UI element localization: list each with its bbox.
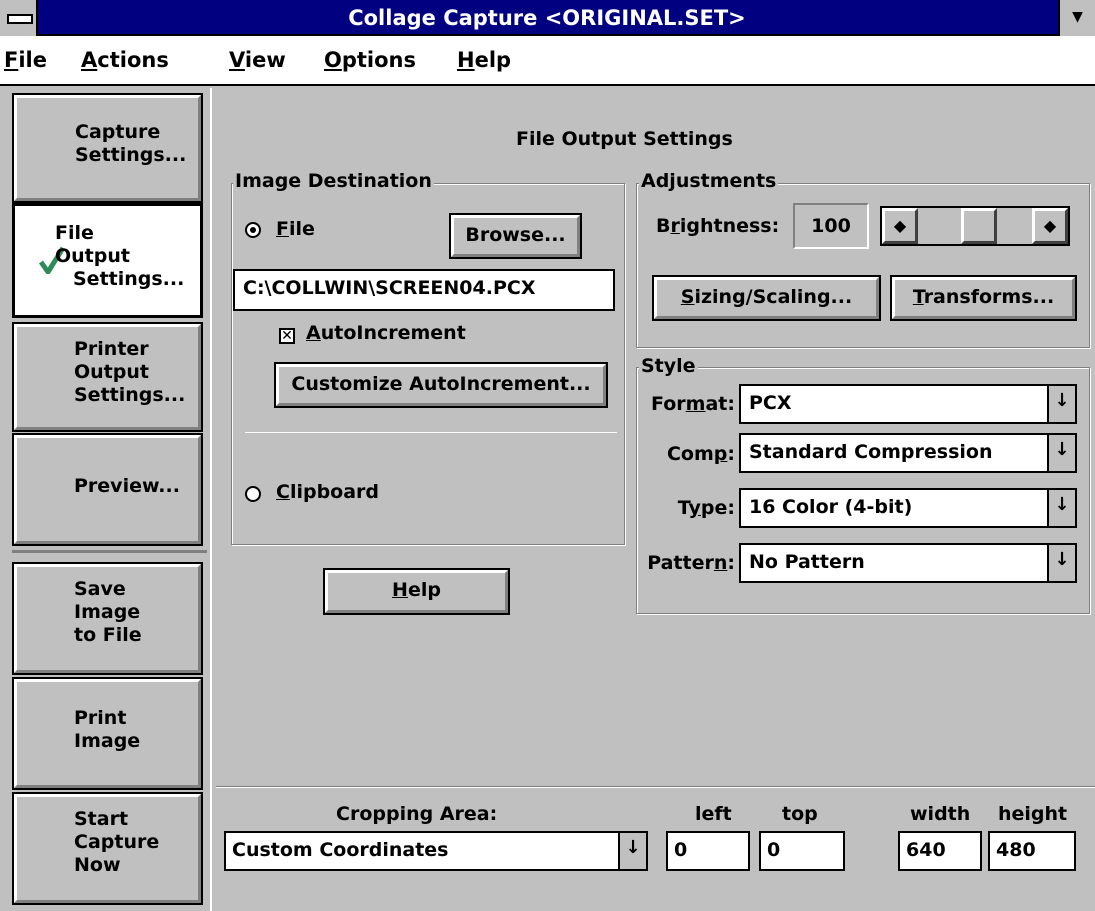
menu-actions[interactable]: Actions bbox=[81, 48, 169, 72]
window-title: Collage Capture <ORIGINAL.SET> bbox=[348, 6, 746, 30]
menu-file-rest: ile bbox=[18, 48, 47, 72]
label-line: Capture bbox=[75, 121, 161, 143]
file-output-settings-label: File Output Settings... bbox=[55, 222, 184, 291]
menu-options[interactable]: Options bbox=[324, 48, 416, 72]
compression-select[interactable]: Standard Compression ↓ bbox=[739, 433, 1077, 473]
top-label: top bbox=[782, 803, 818, 825]
style-title: Style bbox=[639, 355, 698, 377]
menu-view[interactable]: View bbox=[229, 48, 286, 72]
width-label: width bbox=[910, 803, 971, 825]
label-line: to File bbox=[74, 624, 142, 646]
adjustments-title: Adjustments bbox=[639, 170, 779, 192]
autoincrement-label: AutoIncrement bbox=[306, 322, 466, 344]
minimize-button[interactable]: ▼ bbox=[1058, 0, 1095, 36]
menu-help[interactable]: Help bbox=[457, 48, 511, 72]
clipboard-label: Clipboard bbox=[276, 481, 380, 503]
label-line: File bbox=[55, 222, 94, 244]
label-line: Image bbox=[74, 601, 141, 623]
sidebar-divider bbox=[210, 88, 212, 911]
image-destination-title: Image Destination bbox=[233, 170, 434, 192]
format-select[interactable]: PCX ↓ bbox=[739, 384, 1077, 424]
transforms-button[interactable]: Transforms... bbox=[890, 275, 1077, 321]
label-line: Printer bbox=[74, 338, 149, 360]
autoincrement-checkbox[interactable]: ✕ bbox=[279, 328, 295, 344]
save-image-button[interactable]: Save Image to File bbox=[12, 562, 203, 675]
brightness-label: Brightness: bbox=[656, 215, 780, 237]
format-value: PCX bbox=[749, 392, 792, 414]
label-line: Save bbox=[74, 578, 126, 600]
type-select[interactable]: 16 Color (4-bit) ↓ bbox=[739, 488, 1077, 528]
label-line: Settings... bbox=[74, 384, 186, 406]
format-label: Format: bbox=[651, 393, 735, 415]
menu-bar: File Actions View Options Help bbox=[0, 36, 1095, 86]
print-image-button[interactable]: Print Image bbox=[12, 677, 203, 790]
sizing-scaling-button[interactable]: Sizing/Scaling... bbox=[652, 275, 881, 321]
chevron-down-icon[interactable]: ↓ bbox=[1047, 545, 1075, 581]
comp-value: Standard Compression bbox=[749, 441, 993, 463]
type-label: Type: bbox=[677, 497, 735, 519]
label-line: Now bbox=[74, 854, 121, 876]
label-line: Settings... bbox=[75, 144, 187, 166]
pattern-select[interactable]: No Pattern ↓ bbox=[739, 543, 1077, 583]
chevron-down-icon[interactable]: ↓ bbox=[618, 833, 646, 869]
browse-button[interactable]: Browse... bbox=[449, 213, 582, 259]
type-value: 16 Color (4-bit) bbox=[749, 496, 913, 518]
help-button[interactable]: Help bbox=[323, 568, 510, 615]
cropping-separator bbox=[216, 786, 1095, 788]
preview-label: Preview... bbox=[74, 475, 180, 497]
comp-label: Comp: bbox=[666, 443, 735, 465]
left-label: left bbox=[695, 803, 732, 825]
file-path-field[interactable]: C:\COLLWIN\SCREEN04.PCX bbox=[233, 269, 615, 311]
chevron-down-icon[interactable]: ↓ bbox=[1047, 490, 1075, 526]
label-line: Image bbox=[74, 730, 141, 752]
chevron-down-icon[interactable]: ↓ bbox=[1047, 435, 1075, 471]
slider-left-arrow-icon[interactable]: ◆ bbox=[882, 208, 918, 244]
top-field[interactable]: 0 bbox=[759, 831, 845, 871]
brightness-slider[interactable]: ◆ ◆ bbox=[880, 206, 1070, 246]
cropping-area-select[interactable]: Custom Coordinates ↓ bbox=[224, 831, 648, 871]
label-line: Settings... bbox=[73, 268, 185, 290]
width-field[interactable]: 640 bbox=[898, 831, 982, 871]
customize-label: Customize AutoIncrement... bbox=[291, 373, 591, 395]
sizing-label: Sizing/Scaling... bbox=[680, 286, 853, 308]
pattern-label: Pattern: bbox=[647, 552, 735, 574]
printer-output-settings-button[interactable]: Printer Output Settings... bbox=[12, 322, 203, 432]
clipboard-radio[interactable] bbox=[245, 486, 261, 502]
system-menu-icon bbox=[7, 14, 33, 24]
file-radio[interactable] bbox=[245, 222, 261, 238]
slider-right-arrow-icon[interactable]: ◆ bbox=[1032, 208, 1068, 244]
label-line: Print bbox=[74, 707, 127, 729]
preview-button[interactable]: Preview... bbox=[12, 433, 203, 546]
cropping-area-label: Cropping Area: bbox=[336, 803, 498, 825]
label-line: Output bbox=[74, 361, 149, 383]
help-label: Help bbox=[392, 579, 441, 601]
chevron-down-icon[interactable]: ↓ bbox=[1047, 386, 1075, 422]
label-line: Capture bbox=[74, 831, 160, 853]
brightness-value: 100 bbox=[793, 203, 869, 249]
height-label: height bbox=[998, 803, 1068, 825]
cropping-value: Custom Coordinates bbox=[232, 839, 449, 861]
customize-autoincrement-button[interactable]: Customize AutoIncrement... bbox=[274, 362, 608, 408]
browse-label: Browse... bbox=[465, 224, 566, 246]
menu-file[interactable]: File bbox=[4, 48, 47, 72]
file-path-value: C:\COLLWIN\SCREEN04.PCX bbox=[243, 277, 536, 299]
label-line: Output bbox=[55, 245, 130, 267]
sidebar-separator bbox=[12, 550, 207, 553]
file-radio-label: File bbox=[276, 218, 315, 240]
height-field[interactable]: 480 bbox=[988, 831, 1076, 871]
capture-settings-button[interactable]: Capture Settings... bbox=[12, 93, 203, 203]
group-divider bbox=[245, 432, 617, 433]
label-line: Start bbox=[74, 808, 129, 830]
slider-thumb[interactable] bbox=[960, 208, 997, 244]
pattern-value: No Pattern bbox=[749, 551, 865, 573]
system-menu-button[interactable] bbox=[0, 0, 38, 36]
panel-title: File Output Settings bbox=[516, 128, 733, 150]
transforms-label: Transforms... bbox=[912, 286, 1055, 308]
left-field[interactable]: 0 bbox=[666, 831, 750, 871]
start-capture-button[interactable]: Start Capture Now bbox=[12, 792, 203, 905]
file-output-settings-button[interactable]: File Output Settings... bbox=[12, 203, 203, 318]
